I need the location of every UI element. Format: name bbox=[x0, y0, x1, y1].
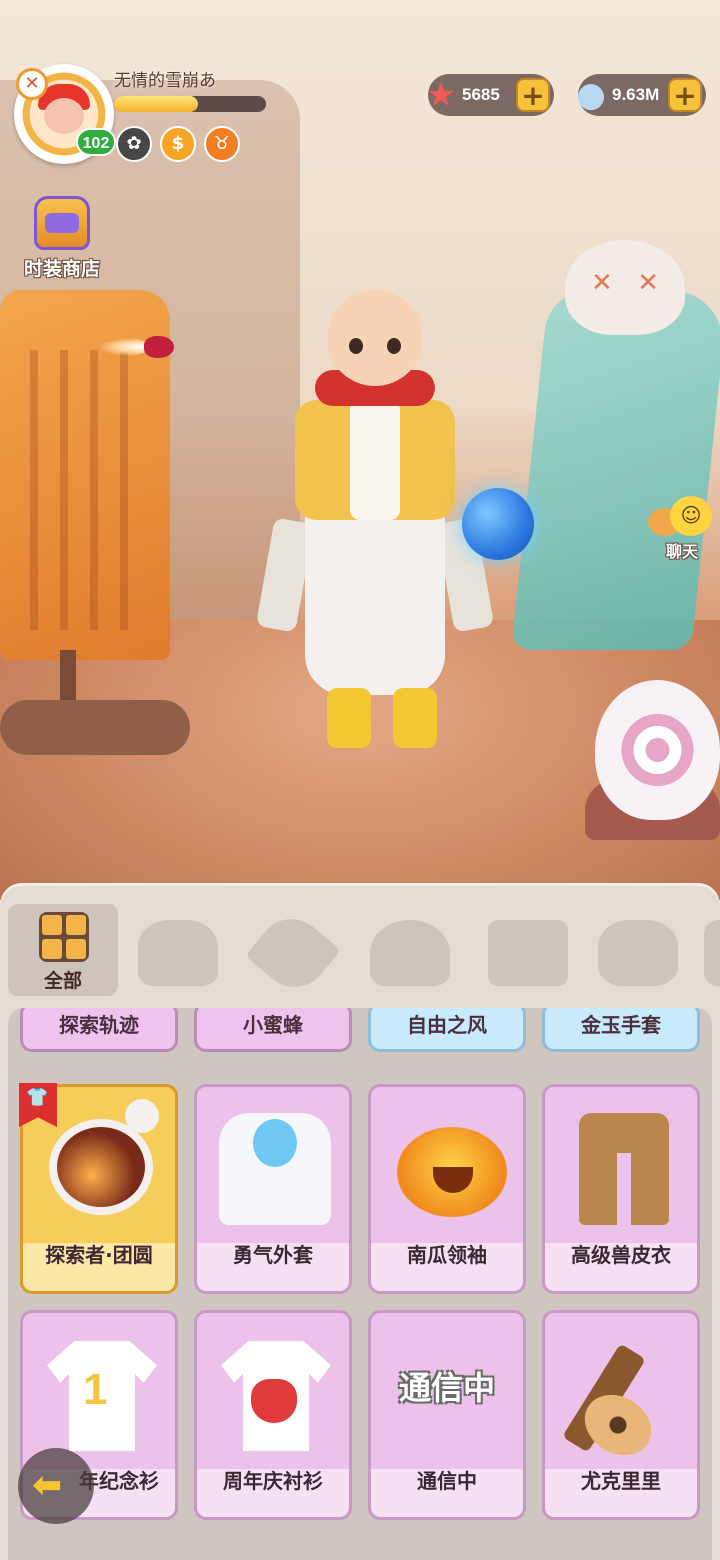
tab-hair-icon[interactable] bbox=[370, 920, 450, 986]
jacket-icon bbox=[219, 1113, 331, 1225]
back-button[interactable]: ⬅ bbox=[18, 1448, 94, 1524]
add-gem-button[interactable]: + bbox=[668, 78, 702, 112]
list-item[interactable]: 探索轨迹 bbox=[20, 1008, 178, 1052]
back-arrow-icon: ⬅ bbox=[32, 1465, 63, 1506]
smiley-icon: ☺ bbox=[670, 496, 712, 536]
fashion-shop-button[interactable]: 时装商店 bbox=[14, 196, 110, 286]
tab-more-icon[interactable] bbox=[704, 920, 720, 986]
shop-icon bbox=[34, 196, 90, 250]
skull-decoration bbox=[565, 240, 685, 335]
tab-face-icon[interactable] bbox=[598, 920, 678, 986]
starfish-currency: ★ 5685 + bbox=[426, 74, 554, 116]
list-item-fur[interactable]: 高级兽皮衣 bbox=[542, 1084, 700, 1294]
character-head bbox=[327, 290, 423, 386]
grid-icon bbox=[39, 912, 89, 962]
rocket-effect bbox=[100, 332, 178, 362]
wardrobe-panel: 全部 探索轨迹 小蜜蜂 自由之风 金玉手套 探索者· bbox=[0, 886, 720, 1560]
player-character[interactable] bbox=[255, 290, 495, 760]
medal-icon[interactable]: $ bbox=[160, 126, 196, 162]
list-item-pumpkin[interactable]: 南瓜领袖 bbox=[368, 1084, 526, 1294]
player-avatar[interactable]: ✕ 102 bbox=[14, 64, 116, 164]
gem-currency: ● 9.63M + bbox=[576, 74, 706, 116]
pumpkin-icon bbox=[397, 1127, 507, 1217]
tab-all-label: 全部 bbox=[43, 970, 82, 992]
gem-icon: ● bbox=[576, 75, 606, 115]
category-bar: 全部 bbox=[0, 886, 720, 1006]
item-list[interactable]: 探索轨迹 小蜜蜂 自由之风 金玉手套 探索者·团圆 勇气外套 bbox=[8, 1008, 712, 1560]
planet-effect bbox=[462, 488, 534, 560]
tab-top-icon[interactable] bbox=[488, 920, 568, 986]
starfish-amount: 5685 bbox=[462, 85, 500, 104]
tab-mask-icon[interactable] bbox=[138, 920, 218, 986]
tab-blade-icon[interactable] bbox=[244, 905, 342, 1001]
list-item-tshirt2[interactable]: 周年庆衬衫 bbox=[194, 1310, 352, 1520]
mannequin-base bbox=[0, 700, 190, 755]
chat-button[interactable]: ☺ 聊天 bbox=[648, 494, 714, 564]
player-name: 无情的雪崩あ bbox=[114, 71, 216, 91]
fur-pants-icon bbox=[579, 1113, 669, 1225]
tab-all[interactable]: 全部 bbox=[8, 904, 118, 996]
character-pants bbox=[305, 505, 445, 695]
list-item-connecting[interactable]: 通信中 通信中 bbox=[368, 1310, 526, 1520]
lion-icon[interactable]: ♉ bbox=[204, 126, 240, 162]
shop-label: 时装商店 bbox=[23, 258, 100, 280]
badge-icon[interactable]: ✿ bbox=[116, 126, 152, 162]
helmet-icon bbox=[49, 1119, 153, 1215]
list-item-explorer[interactable]: 探索者·团圆 bbox=[19, 1083, 178, 1294]
xp-fill bbox=[114, 96, 198, 112]
level-badge: 102 bbox=[76, 128, 116, 156]
list-item-jacket[interactable]: 勇气外套 bbox=[194, 1084, 352, 1294]
crossed-tools-icon: ✕ bbox=[16, 68, 48, 100]
egg-decoration bbox=[595, 680, 720, 820]
xp-bar bbox=[114, 96, 266, 112]
list-item[interactable]: 自由之风 bbox=[368, 1008, 526, 1052]
character-shoe-right bbox=[393, 688, 437, 748]
connecting-overlay: 通信中 bbox=[398, 1369, 495, 1407]
starfish-icon: ★ bbox=[425, 75, 457, 115]
list-item-ukulele[interactable]: 尤克里里 bbox=[542, 1310, 700, 1520]
mirror-rock bbox=[511, 290, 720, 650]
chat-label: 聊天 bbox=[665, 542, 698, 561]
character-shoe-left bbox=[327, 688, 371, 748]
add-starfish-button[interactable]: + bbox=[516, 78, 550, 112]
list-item[interactable]: 金玉手套 bbox=[542, 1008, 700, 1052]
avatar-face bbox=[44, 98, 84, 134]
gem-amount: 9.63M bbox=[612, 85, 660, 104]
character-vest bbox=[295, 400, 455, 520]
list-item[interactable]: 小蜜蜂 bbox=[194, 1008, 352, 1052]
